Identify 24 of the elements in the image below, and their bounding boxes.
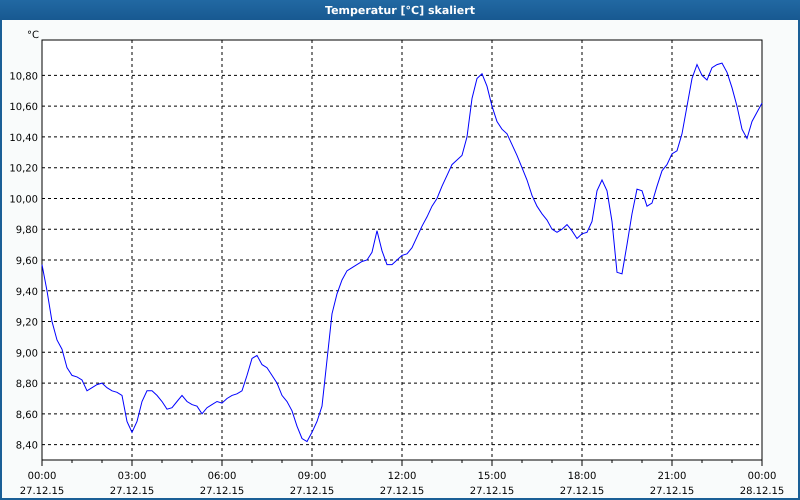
y-tick-label: 10,40	[9, 132, 38, 144]
x-tick-label: 18:00 27.12.15	[560, 471, 604, 497]
y-tick-label: 8,80	[16, 379, 38, 390]
y-axis-unit: °C	[27, 30, 39, 41]
y-tick-label: 9,00	[16, 348, 38, 360]
y-tick-label: 9,60	[16, 256, 38, 267]
y-tick-label: 10,60	[9, 102, 38, 114]
y-tick-label: 10,20	[9, 164, 38, 175]
x-tick-label: 09:00 27.12.15	[290, 471, 334, 497]
y-tick-label: 8,60	[16, 410, 38, 421]
y-tick-label: 10,80	[9, 71, 38, 82]
x-tick-label: 00:00 28.12.15	[740, 471, 784, 497]
x-tick-label: 03:00 27.12.15	[110, 471, 154, 497]
x-tick-label: 21:00 27.12.15	[650, 471, 694, 497]
x-tick-label: 15:00 27.12.15	[470, 471, 514, 497]
y-tick-label: 10,00	[9, 194, 38, 206]
x-tick-label: 00:00 27.12.15	[20, 471, 64, 497]
y-tick-label: 9,80	[16, 225, 38, 236]
window-title: Temperatur [°C] skaliert	[0, 0, 800, 20]
y-tick-label: 9,20	[16, 318, 38, 329]
y-tick-label: 8,40	[16, 440, 38, 452]
y-tick-label: 9,40	[16, 286, 38, 298]
x-tick-label: 06:00 27.12.15	[200, 471, 244, 497]
x-tick-label: 12:00 27.12.15	[380, 471, 424, 497]
